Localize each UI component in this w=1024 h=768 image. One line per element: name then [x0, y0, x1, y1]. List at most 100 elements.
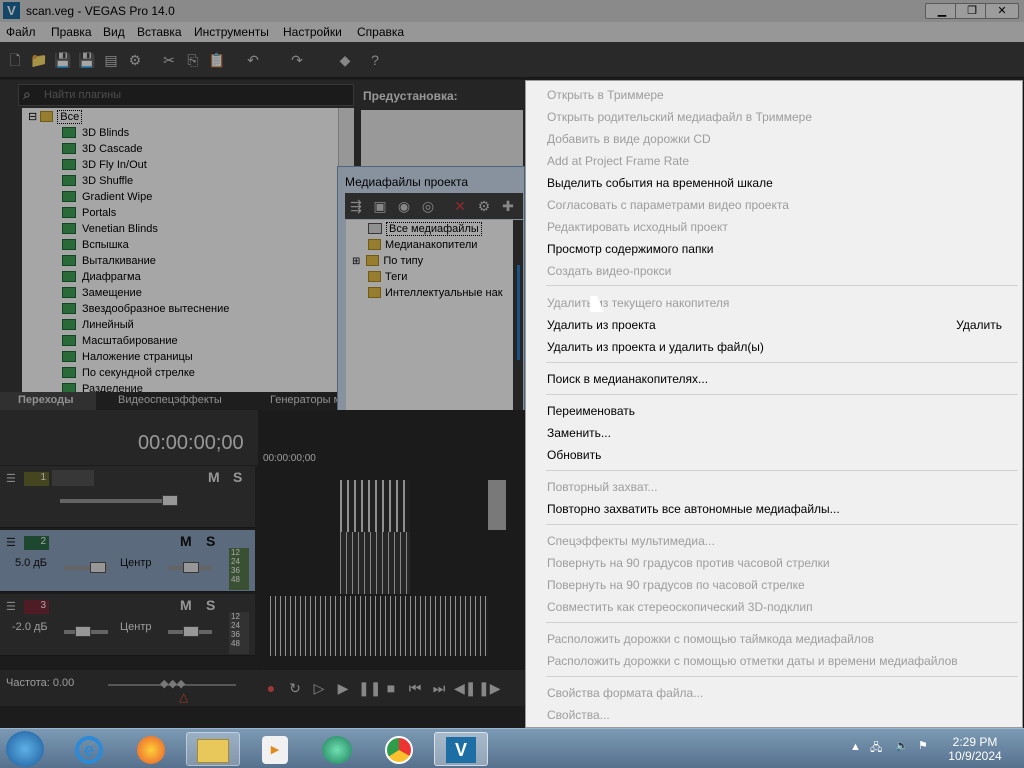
solo-button[interactable]: S — [206, 597, 215, 613]
pan-knob[interactable] — [183, 562, 199, 573]
menu-item[interactable]: Выделить события на временной шкале — [547, 176, 773, 190]
track-menu-icon[interactable]: ☰ — [6, 472, 16, 485]
video-event-thumb[interactable] — [488, 480, 506, 530]
capture-icon[interactable]: ▣ — [371, 197, 389, 215]
disc-icon[interactable]: ◎ — [419, 197, 437, 215]
plugin-item[interactable]: 3D Shuffle — [62, 173, 133, 189]
mute-button[interactable]: M — [180, 597, 192, 613]
save-icon[interactable]: 💾 — [54, 51, 72, 69]
plugin-item[interactable]: 3D Fly In/Out — [62, 157, 147, 173]
track-header-3[interactable]: ☰ 3 M S -2.0 дБ Центр 12 24 36 48 — [0, 594, 255, 656]
plugin-item[interactable]: По секундной стрелке — [62, 365, 195, 381]
plugin-item[interactable]: Venetian Blinds — [62, 221, 158, 237]
menu-item[interactable]: Свойства... — [547, 708, 610, 722]
menu-item[interactable]: Повторно захватить все автономные медиаф… — [547, 502, 840, 516]
menu-item[interactable]: Согласовать с параметрами видео проекта — [547, 198, 789, 212]
rate-slider-thumb-icon[interactable]: ◆◆◆ — [160, 677, 185, 690]
plugin-item[interactable]: Выталкивание — [62, 253, 156, 269]
start-button[interactable] — [6, 731, 44, 767]
stop-icon[interactable]: ■ — [382, 679, 400, 697]
plugin-item[interactable]: Gradient Wipe — [62, 189, 152, 205]
solo-button[interactable]: S — [233, 469, 242, 485]
remove-icon[interactable]: ✕ — [451, 197, 469, 215]
menu-item[interactable]: Удалить из текущего накопителя — [547, 296, 729, 310]
flag-icon[interactable]: ⚑ — [918, 739, 928, 752]
properties-gear-icon[interactable]: ⚙ — [126, 51, 144, 69]
plugin-item[interactable]: Диафрагма — [62, 269, 141, 285]
render-icon[interactable]: ▤ — [102, 51, 120, 69]
menu-item[interactable]: Добавить в виде дорожки CD — [547, 132, 711, 146]
bin-all-media[interactable]: Все медиафайлы — [368, 221, 482, 237]
plugin-item[interactable]: 3D Cascade — [62, 141, 143, 157]
loop-icon[interactable]: ↻ — [286, 679, 304, 697]
tree-root[interactable]: ⊟ Все — [28, 109, 83, 125]
maximize-button[interactable]: ❐ — [955, 3, 989, 19]
menu-item[interactable]: Редактировать исходный проект — [547, 220, 728, 234]
menu-item[interactable]: Свойства формата файла... — [547, 686, 703, 700]
plugin-icon[interactable]: ✚ — [499, 197, 517, 215]
opacity-knob[interactable] — [162, 495, 178, 506]
menu-item[interactable]: Расположить дорожки с помощью таймкода м… — [547, 632, 874, 646]
volume-knob[interactable] — [75, 626, 91, 637]
prev-frame-icon[interactable]: ◀❚ — [454, 679, 477, 697]
timeline-area[interactable]: 00:00:00;00 — [258, 410, 526, 670]
bin-media-bins[interactable]: Медианакопители — [368, 237, 477, 253]
media-fx-gear-icon[interactable]: ⚙ — [475, 197, 493, 215]
go-end-icon[interactable]: ⏭ — [430, 679, 448, 697]
track-menu-icon[interactable]: ☰ — [6, 536, 16, 549]
next-frame-icon[interactable]: ❚▶ — [478, 679, 501, 697]
menu-item[interactable]: Открыть родительский медиафайл в Триммер… — [547, 110, 812, 124]
split-icon[interactable]: ◆ — [336, 51, 354, 69]
volume-icon[interactable]: 🔈 — [895, 739, 909, 752]
track-header-2[interactable]: ☰ 2 M S 5.0 дБ Центр 12 24 36 48 — [0, 530, 255, 592]
plugin-item[interactable]: Звездообразное вытеснение — [62, 301, 229, 317]
close-button[interactable]: ✕ — [985, 3, 1019, 19]
track-menu-icon[interactable]: ☰ — [6, 600, 16, 613]
pan-knob[interactable] — [183, 626, 199, 637]
menu-settings[interactable]: Настройки — [283, 25, 342, 39]
new-icon[interactable]: 🗋 — [6, 51, 24, 69]
plugin-item[interactable]: Линейный — [62, 317, 134, 333]
mute-button[interactable]: M — [180, 533, 192, 549]
play-icon[interactable]: ▶ — [334, 679, 352, 697]
menu-item[interactable]: Совместить как стереоскопический 3D-подк… — [547, 600, 813, 614]
pause-icon[interactable]: ❚❚ — [358, 679, 381, 697]
plugin-item[interactable]: Вспышка — [62, 237, 129, 253]
plugin-item[interactable]: Замещение — [62, 285, 142, 301]
opacity-slider[interactable] — [60, 499, 175, 503]
go-start-icon[interactable]: ⏮ — [406, 679, 424, 697]
bin-by-type[interactable]: ⊞ По типу — [352, 253, 423, 269]
menu-insert[interactable]: Вставка — [137, 25, 182, 39]
menu-item[interactable]: Заменить... — [547, 426, 611, 440]
audio-event-2[interactable] — [340, 532, 410, 594]
menu-file[interactable]: Файл — [6, 25, 36, 39]
undo-icon[interactable]: ↶ — [244, 51, 262, 69]
menu-item[interactable]: Обновить — [547, 448, 601, 462]
bin-tags[interactable]: Теги — [368, 269, 407, 285]
menu-view[interactable]: Вид — [103, 25, 125, 39]
menu-item[interactable]: Удалить из проекта — [547, 318, 656, 332]
open-icon[interactable]: 📁 — [30, 51, 48, 69]
cut-icon[interactable]: ✂ — [160, 51, 178, 69]
menu-item[interactable]: Просмотр содержимого папки — [547, 242, 713, 256]
menu-item[interactable]: Повернуть на 90 градусов против часовой … — [547, 556, 830, 570]
menu-item[interactable]: Add at Project Frame Rate — [547, 154, 689, 168]
import-media-icon[interactable]: ⇶ — [347, 197, 365, 215]
tab-transitions[interactable]: Переходы — [0, 392, 96, 410]
copy-icon[interactable]: ⎘ — [184, 51, 202, 69]
solo-button[interactable]: S — [206, 533, 215, 549]
minimize-button[interactable]: ▁ — [925, 3, 959, 19]
chrome-icon[interactable] — [372, 732, 426, 766]
plugin-item[interactable]: Разделение — [62, 381, 143, 392]
menu-item[interactable]: Открыть в Триммере — [547, 88, 664, 102]
plugin-item[interactable]: Наложение страницы — [62, 349, 193, 365]
track-name-field[interactable] — [52, 470, 94, 486]
menu-item[interactable]: Повернуть на 90 градусов по часовой стре… — [547, 578, 805, 592]
app-green-icon[interactable] — [310, 732, 364, 766]
media-player-icon[interactable]: ▶ — [248, 732, 302, 766]
menu-item[interactable]: Создать видео-прокси — [547, 264, 671, 278]
menu-edit[interactable]: Правка — [51, 25, 92, 39]
menu-help[interactable]: Справка — [357, 25, 404, 39]
plugin-item[interactable]: Portals — [62, 205, 116, 221]
firefox-icon[interactable] — [124, 732, 178, 766]
